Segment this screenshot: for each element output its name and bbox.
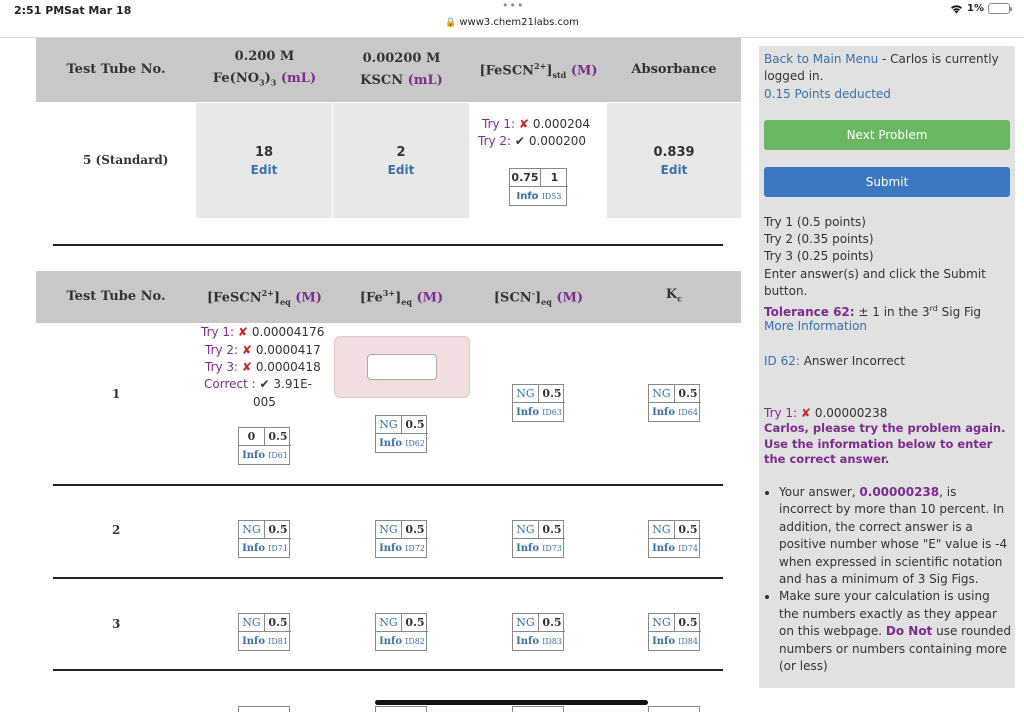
- x-mark-icon: ✘: [518, 117, 529, 131]
- header-fescn-eq: [FeSCN2+]eq (M): [207, 287, 322, 307]
- score-box-id74[interactable]: NG 0.5 Info ID74: [648, 520, 701, 558]
- eq-try3: Try 3: ✘ 0.0000418: [205, 360, 321, 374]
- score-box-id53[interactable]: 0.75 1 Info ID53: [509, 168, 568, 206]
- kscn-volume-cell: [333, 103, 469, 218]
- tab-dots-icon[interactable]: •••: [502, 0, 524, 12]
- fe-eq-answer-input[interactable]: [367, 354, 437, 380]
- score-box-id73[interactable]: NG 0.5 Info ID73: [512, 520, 565, 558]
- fe-volume-cell: [196, 103, 332, 218]
- divider: [53, 484, 723, 486]
- sidebar: Back to Main Menu - Carlos is currently …: [759, 46, 1015, 688]
- kscn-edit-link[interactable]: Edit: [333, 163, 469, 177]
- check-mark-icon: ✔: [259, 377, 270, 391]
- header-absorbance: Absorbance: [631, 62, 717, 77]
- kscn-volume-value: 2: [396, 145, 406, 160]
- address-bar[interactable]: 🔒 www3.chem21labs.com: [0, 17, 1024, 28]
- divider: [53, 669, 723, 671]
- login-status: Back to Main Menu - Carlos is currently …: [764, 52, 999, 83]
- points-deducted: 0.15 Points deducted: [764, 87, 891, 101]
- score-box-id61[interactable]: 0 0.5 Info ID61: [238, 427, 291, 465]
- partial-box: [375, 706, 427, 712]
- table2-header: Test Tube No. [FeSCN2+]eq (M) [Fe3+]eq (…: [36, 271, 741, 323]
- header-fe-volume: 0.200 M Fe(NO3)3 (mL): [212, 49, 317, 88]
- eq-correct: Correct : ✔ 3.91E-: [204, 377, 313, 391]
- fe-eq-answer-wrap: [334, 336, 470, 398]
- submit-button[interactable]: Submit: [764, 167, 1010, 197]
- instruction-text: Enter answer(s) and click the Submit but…: [764, 267, 986, 298]
- table1-header: Test Tube No. 0.200 M Fe(NO3)3 (mL) 0.002…: [36, 38, 741, 102]
- answer-status: ID 62: Answer Incorrect: [764, 354, 905, 368]
- more-information-link[interactable]: More Information: [764, 318, 1012, 335]
- lock-icon: 🔒: [445, 18, 457, 28]
- x-mark-icon: ✘: [241, 343, 252, 357]
- header-scn-eq: [SCN-]eq (M): [493, 287, 584, 307]
- score-box-id72[interactable]: NG 0.5 Info ID72: [375, 520, 428, 558]
- back-to-main-menu-link[interactable]: Back to Main Menu: [764, 52, 878, 66]
- score-box-id83[interactable]: NG 0.5 Info ID83: [512, 613, 565, 651]
- absorbance-edit-link[interactable]: Edit: [607, 163, 741, 177]
- partial-box: [512, 706, 564, 712]
- header-test-tube: Test Tube No.: [66, 62, 166, 77]
- row-label-1: 1: [112, 387, 121, 401]
- divider: [53, 577, 723, 579]
- std-try1: Try 1: ✘ 0.000204: [482, 117, 591, 131]
- status-time: 2:51 PM: [14, 4, 65, 17]
- x-mark-icon: ✘: [237, 325, 248, 339]
- row-label-2: 2: [112, 523, 121, 537]
- score-box-id62[interactable]: NG 0.5 Info ID62: [375, 415, 428, 453]
- fe-volume-value: 18: [254, 145, 274, 160]
- x-mark-icon: ✘: [241, 360, 252, 374]
- wifi-icon: [951, 4, 963, 13]
- eq-correct-cont: 005: [253, 395, 276, 409]
- eq-try2: Try 2: ✘ 0.0000417: [205, 343, 321, 357]
- std-try2: Try 2: ✔ 0.000200: [478, 134, 587, 148]
- fe-edit-link[interactable]: Edit: [196, 163, 332, 177]
- header-kc: Kc: [665, 287, 683, 304]
- status-bar: 2:51 PM Sat Mar 18 ••• 🔒 www3.chem21labs.…: [0, 0, 1024, 38]
- status-date: Sat Mar 18: [64, 4, 132, 17]
- score-box-id82[interactable]: NG 0.5 Info ID82: [375, 613, 428, 651]
- x-mark-icon: ✘: [800, 406, 811, 420]
- try2-points: Try 2 (0.35 points): [764, 232, 874, 246]
- header-kscn-volume: 0.00200 M KSCN (mL): [360, 51, 443, 88]
- header-fescn-std: [FeSCN2+]std (M): [479, 60, 598, 80]
- status-right: 1%: [950, 3, 1012, 14]
- partial-box: [238, 706, 290, 712]
- score-box-id84[interactable]: NG 0.5 Info ID84: [648, 613, 701, 651]
- url-text: www3.chem21labs.com: [459, 17, 579, 28]
- horizontal-scrollbar[interactable]: [375, 700, 648, 705]
- check-mark-icon: ✔: [514, 134, 525, 148]
- sidebar-try1: Try 1: ✘ 0.00000238: [764, 406, 888, 420]
- feedback-bullet-2: Make sure your calculation is using the …: [779, 588, 1011, 675]
- feedback-message: Carlos, please try the problem again. Us…: [764, 421, 1006, 466]
- row-label-standard: 5 (Standard): [83, 153, 169, 167]
- score-box-id71[interactable]: NG 0.5 Info ID71: [238, 520, 291, 558]
- feedback-bullet-1: Your answer, 0.00000238, is incorrect by…: [779, 484, 1011, 588]
- feedback-list: Your answer, 0.00000238, is incorrect by…: [779, 484, 1011, 675]
- absorbance-value: 0.839: [653, 145, 695, 160]
- partial-box: [648, 706, 700, 712]
- score-box-id64[interactable]: NG 0.5 Info ID64: [648, 384, 701, 422]
- try3-points: Try 3 (0.25 points): [764, 249, 874, 263]
- try1-points: Try 1 (0.5 points): [764, 215, 866, 229]
- score-box-id81[interactable]: NG 0.5 Info ID81: [238, 613, 291, 651]
- header2-test-tube: Test Tube No.: [66, 289, 166, 304]
- header-fe-eq: [Fe3+]eq (M): [359, 287, 444, 307]
- battery-icon: [988, 3, 1012, 14]
- absorbance-cell: [607, 103, 741, 218]
- next-problem-button[interactable]: Next Problem: [764, 120, 1010, 150]
- eq-try1: Try 1: ✘ 0.00004176: [201, 325, 325, 339]
- row-label-3: 3: [112, 617, 121, 631]
- score-box-id63[interactable]: NG 0.5 Info ID63: [512, 384, 565, 422]
- divider: [53, 244, 723, 246]
- battery-percent: 1%: [967, 3, 984, 14]
